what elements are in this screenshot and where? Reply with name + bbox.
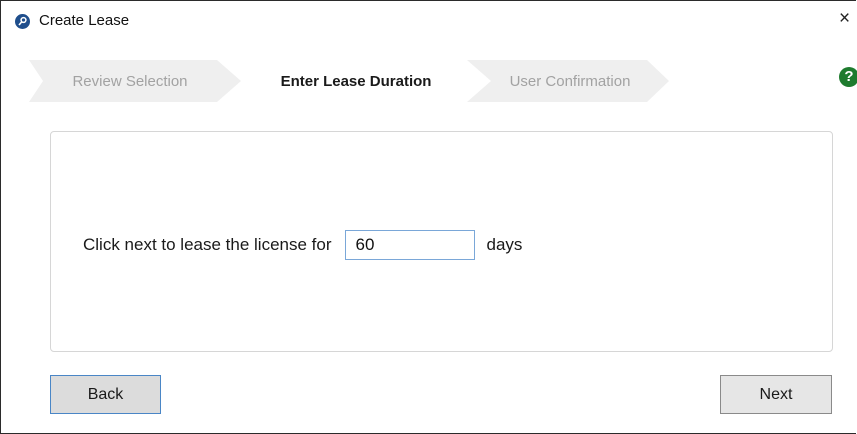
help-icon[interactable]: ?: [839, 67, 857, 87]
step-label: User Confirmation: [509, 72, 631, 90]
wizard-steps: Review Selection User Confirmation Enter…: [29, 60, 669, 102]
lease-duration-panel: Click next to lease the license for days: [50, 131, 833, 352]
create-lease-dialog: Create Lease × Review Selection User Con…: [0, 0, 857, 434]
step-review-selection: Review Selection: [29, 60, 241, 102]
window-title: Create Lease: [39, 12, 130, 29]
lease-days-input[interactable]: [344, 230, 475, 260]
key-glyph: [18, 16, 27, 26]
lease-prompt-label: Click next to lease the license for: [83, 235, 332, 254]
step-user-confirmation: User Confirmation: [467, 60, 669, 102]
days-unit-label: days: [486, 235, 523, 254]
step-enter-lease-duration: Enter Lease Duration: [235, 60, 473, 102]
lease-duration-row: Click next to lease the license for days: [83, 230, 522, 260]
next-button[interactable]: Next: [720, 375, 832, 414]
step-label: Review Selection: [72, 72, 188, 90]
back-button[interactable]: Back: [50, 375, 161, 414]
step-label: Enter Lease Duration: [280, 72, 432, 90]
title-bar: Create Lease ×: [1, 1, 857, 41]
key-icon: [15, 14, 30, 29]
close-icon[interactable]: ×: [839, 9, 850, 29]
